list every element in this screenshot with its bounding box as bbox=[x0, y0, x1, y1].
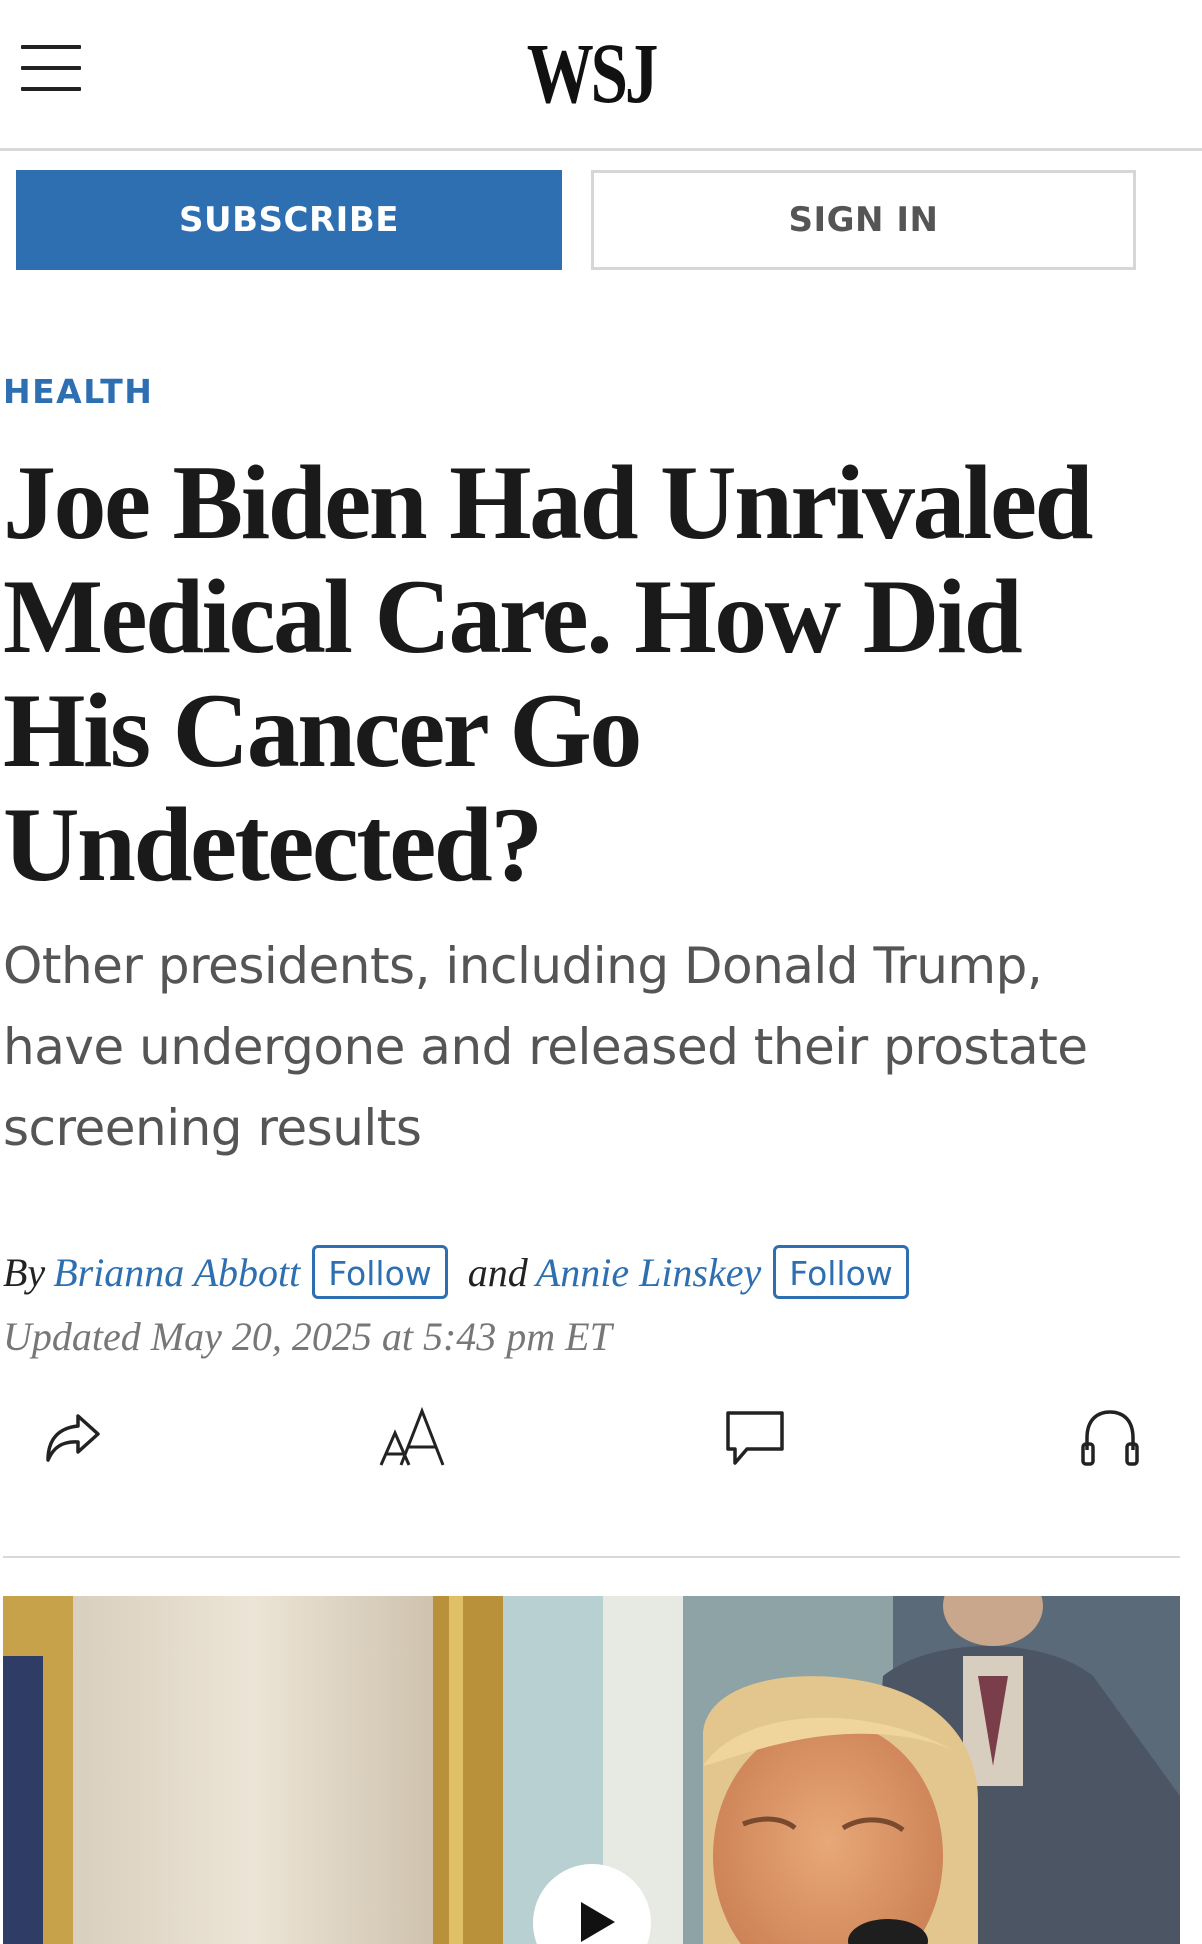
byline-prefix: By bbox=[3, 1249, 46, 1295]
top-navigation-bar: WSJ bbox=[0, 0, 1202, 151]
follow-button-brianna-abbott[interactable]: Follow bbox=[312, 1245, 448, 1299]
sign-in-button[interactable]: SIGN IN bbox=[591, 170, 1136, 270]
menu-line bbox=[21, 66, 81, 70]
menu-line bbox=[21, 87, 81, 91]
article-timestamp: Updated May 20, 2025 at 5:43 pm ET bbox=[3, 1314, 612, 1359]
follow-button-annie-linskey[interactable]: Follow bbox=[773, 1245, 909, 1299]
subscribe-button[interactable]: SUBSCRIBE bbox=[16, 170, 562, 270]
article-headline: Joe Biden Had Unrivaled Medical Care. Ho… bbox=[3, 444, 1094, 903]
hero-video[interactable] bbox=[3, 1596, 1180, 1944]
section-divider bbox=[3, 1556, 1180, 1558]
text-size-icon[interactable] bbox=[373, 1398, 453, 1478]
menu-line bbox=[21, 45, 81, 49]
section-label[interactable]: HEALTH bbox=[3, 372, 153, 411]
author-link-brianna-abbott[interactable]: Brianna Abbott bbox=[53, 1249, 300, 1296]
hamburger-menu-icon[interactable] bbox=[21, 42, 81, 94]
headphones-icon[interactable] bbox=[1070, 1398, 1150, 1478]
share-arrow-icon[interactable] bbox=[32, 1398, 112, 1478]
comment-bubble-icon[interactable] bbox=[715, 1398, 795, 1478]
byline-conjunction: and bbox=[467, 1249, 528, 1295]
byline: By Brianna Abbott Follow and Annie Linsk… bbox=[3, 1244, 909, 1300]
author-link-annie-linskey[interactable]: Annie Linskey bbox=[536, 1249, 762, 1296]
wsj-logo[interactable]: WSJ bbox=[130, 28, 1052, 118]
article-dek: Other presidents, including Donald Trump… bbox=[3, 937, 1088, 1157]
